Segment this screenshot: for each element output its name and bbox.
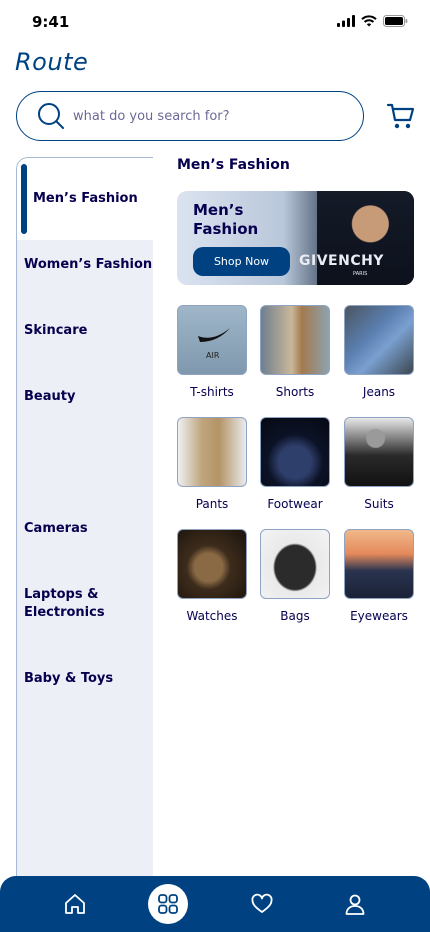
svg-text:AIR: AIR: [206, 351, 220, 360]
sidebar-item-cameras[interactable]: Cameras: [17, 520, 153, 538]
category-tile-jeans[interactable]: Jeans: [343, 305, 415, 399]
category-label: Suits: [364, 497, 394, 511]
sidebar-item-mens-fashion[interactable]: Men’s Fashion: [17, 158, 153, 240]
footwear-image: [260, 417, 330, 487]
promo-banner[interactable]: GIVENCHY PARIS Men’s Fashion Shop Now: [177, 191, 414, 285]
banner-shirt-text: GIVENCHY: [299, 253, 384, 269]
signal-icon: [337, 15, 355, 27]
category-label: Jeans: [362, 385, 396, 399]
eyewears-image: [344, 529, 414, 599]
wifi-icon: [361, 15, 377, 27]
status-icons: [337, 15, 408, 27]
banner-shirt-subtext: PARIS: [353, 271, 368, 277]
category-tile-pants[interactable]: Pants: [176, 417, 248, 511]
watches-image: [177, 529, 247, 599]
sidebar-item-label: Men’s Fashion: [33, 191, 138, 206]
active-indicator: [21, 164, 27, 234]
bags-image: [260, 529, 330, 599]
banner-title: Men’s Fashion: [193, 201, 259, 238]
category-sidebar: Men’s Fashion Women’s Fashion Skincare B…: [16, 157, 153, 877]
cart-button[interactable]: [386, 101, 416, 135]
nav-profile[interactable]: [339, 888, 371, 920]
category-tile-watches[interactable]: Watches: [176, 529, 248, 623]
search-icon: [38, 103, 64, 129]
battery-icon: [383, 15, 408, 27]
nav-categories[interactable]: [148, 884, 188, 924]
sidebar-item-label: Women’s Fashion: [24, 257, 153, 272]
heart-icon: [251, 893, 273, 913]
sidebar-item-skincare[interactable]: Skincare: [17, 322, 153, 340]
section-title: Men’s Fashion: [177, 157, 290, 173]
nav-wishlist[interactable]: [246, 888, 278, 920]
jeans-image: [344, 305, 414, 375]
category-label: Watches: [186, 609, 238, 623]
sidebar-item-label: Beauty: [24, 389, 76, 404]
bottom-navigation: [0, 876, 430, 932]
category-tile-footwear[interactable]: Footwear: [259, 417, 331, 511]
sidebar-item-label: Laptops & Electronics: [24, 587, 105, 620]
shorts-image: [260, 305, 330, 375]
shop-now-button[interactable]: Shop Now: [193, 247, 290, 276]
category-label: Eyewears: [350, 609, 408, 623]
sidebar-item-womens-fashion[interactable]: Women’s Fashion: [17, 256, 153, 274]
brand-logo: Route: [15, 48, 89, 76]
status-time: 9:41: [32, 13, 70, 31]
category-tile-tshirts[interactable]: AIR T-shirts: [176, 305, 248, 399]
sidebar-item-label: Cameras: [24, 521, 88, 536]
search-input[interactable]: what do you search for?: [16, 91, 364, 141]
categories-icon: [158, 894, 178, 914]
sidebar-item-baby-toys[interactable]: Baby & Toys: [17, 670, 153, 688]
category-label: Shorts: [275, 385, 315, 399]
nav-home[interactable]: [59, 888, 91, 920]
sidebar-item-beauty[interactable]: Beauty: [17, 388, 153, 406]
category-tile-shorts[interactable]: Shorts: [259, 305, 331, 399]
cart-icon: [386, 103, 415, 129]
home-icon: [65, 894, 85, 914]
category-label: Pants: [195, 497, 229, 511]
sidebar-item-label: Baby & Toys: [24, 671, 114, 686]
tshirts-image: AIR: [177, 305, 247, 375]
sidebar-item-label: Skincare: [24, 323, 88, 338]
profile-icon: [345, 894, 365, 915]
category-tile-suits[interactable]: Suits: [343, 417, 415, 511]
search-placeholder: what do you search for?: [73, 108, 230, 124]
category-label: Footwear: [267, 497, 323, 511]
category-tile-bags[interactable]: Bags: [259, 529, 331, 623]
category-tile-eyewears[interactable]: Eyewears: [343, 529, 415, 623]
pants-image: [177, 417, 247, 487]
category-label: T-shirts: [190, 385, 234, 399]
status-bar: 9:41: [0, 0, 430, 46]
sidebar-item-laptops-electronics[interactable]: Laptops & Electronics: [17, 586, 127, 622]
category-label: Bags: [280, 609, 310, 623]
suits-image: [344, 417, 414, 487]
